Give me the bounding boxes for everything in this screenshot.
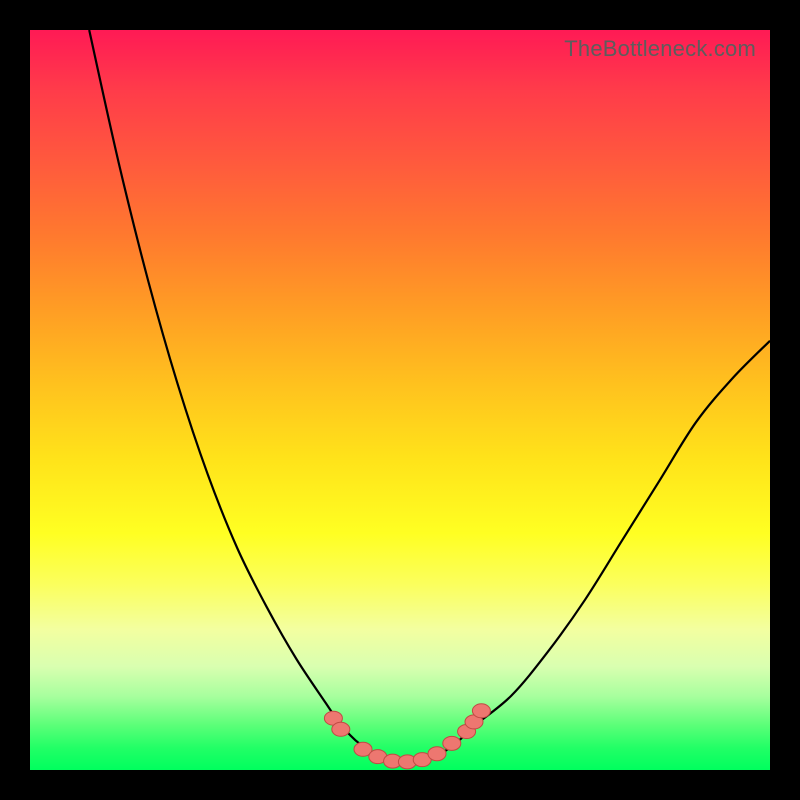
bottleneck-curve xyxy=(89,30,770,763)
data-marker xyxy=(472,704,490,718)
plot-area: TheBottleneck.com xyxy=(30,30,770,770)
data-marker xyxy=(443,736,461,750)
watermark-text: TheBottleneck.com xyxy=(564,36,756,62)
markers-group xyxy=(324,704,490,769)
data-marker xyxy=(428,747,446,761)
data-marker xyxy=(332,722,350,736)
chart-frame: TheBottleneck.com xyxy=(0,0,800,800)
chart-svg xyxy=(30,30,770,770)
